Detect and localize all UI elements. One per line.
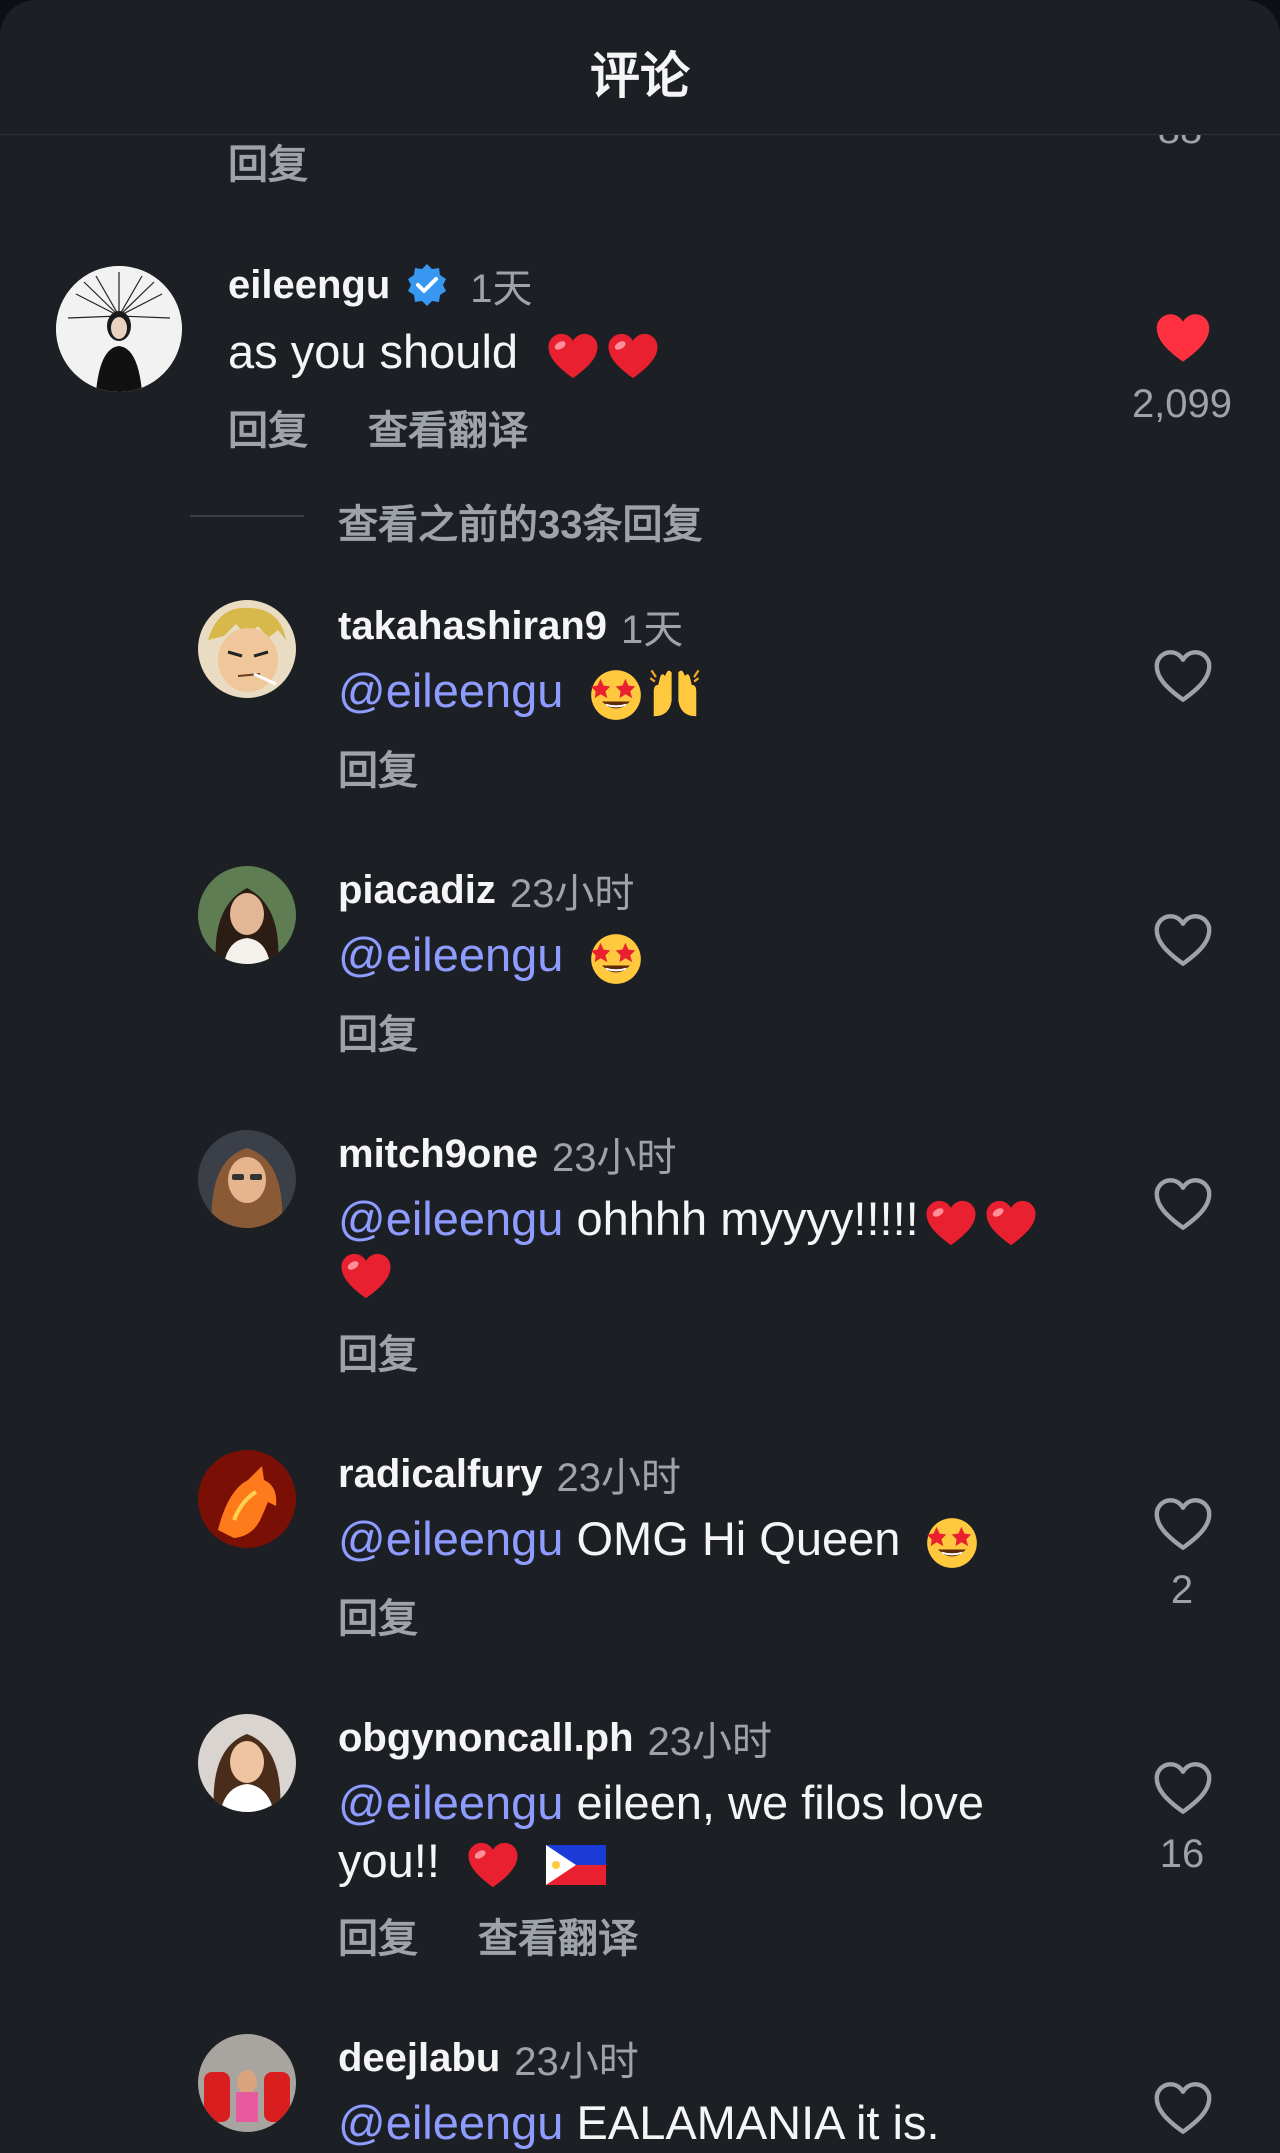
- verified-badge-icon: [408, 264, 447, 306]
- avatar[interactable]: [198, 1450, 296, 1548]
- avatar[interactable]: [198, 1714, 296, 1812]
- reply-button[interactable]: 回复: [338, 1002, 418, 1060]
- avatar[interactable]: [198, 600, 296, 698]
- comment-meta: eileengu 1天: [228, 256, 533, 314]
- avatar-image: [198, 2034, 296, 2132]
- reply-button[interactable]: 回复: [228, 132, 308, 190]
- red-heart-emoji-icon: [465, 1839, 521, 1891]
- mention-link[interactable]: @eileengu: [338, 1192, 563, 1245]
- avatar-image: [198, 600, 296, 698]
- red-heart-emoji-icon: [923, 1197, 979, 1249]
- heart-icon[interactable]: [1153, 2080, 1213, 2136]
- red-heart-emoji-icon: [545, 330, 601, 382]
- star-struck-emoji-icon: [589, 932, 643, 986]
- mention-link[interactable]: @eileengu: [338, 664, 563, 717]
- reply-button[interactable]: 回复: [338, 738, 418, 796]
- username[interactable]: takahashiran9: [338, 604, 607, 649]
- comment-body: ohhhh myyyy!!!!!: [563, 1192, 919, 1245]
- username[interactable]: obgynoncall.ph: [338, 1716, 634, 1761]
- reply-button[interactable]: 回复: [338, 1906, 418, 1964]
- comment-text: as you should: [228, 323, 661, 382]
- page-title: 评论: [590, 48, 690, 104]
- username[interactable]: eileengu: [228, 263, 390, 308]
- see-translation-button[interactable]: 查看翻译: [368, 398, 528, 456]
- mention-link[interactable]: @eileengu: [338, 2096, 563, 2149]
- heart-icon[interactable]: [1153, 1760, 1213, 1816]
- timestamp: 23小时: [647, 1720, 773, 1764]
- comment-text-continued: [338, 1250, 394, 1302]
- comment-text: @eileengu OMG Hi Queen: [338, 1510, 979, 1570]
- timestamp: 23小时: [552, 1136, 677, 1180]
- heart-icon[interactable]: [1153, 648, 1213, 704]
- like-count: 2: [1170, 1568, 1194, 1612]
- like-count: 2,099: [1131, 382, 1233, 426]
- star-struck-emoji-icon: [589, 668, 643, 722]
- comment-body: as you should: [228, 325, 519, 378]
- liked-heart-icon[interactable]: [1153, 310, 1213, 366]
- comment-meta: piacadiz 23小时: [338, 861, 634, 919]
- avatar[interactable]: [198, 2034, 296, 2132]
- username[interactable]: mitch9one: [338, 1132, 538, 1177]
- comment-text: @eileengu: [338, 926, 643, 986]
- comment-meta: obgynoncall.ph 23小时: [338, 1709, 772, 1767]
- mention-link[interactable]: @eileengu: [338, 1512, 563, 1565]
- mention-link[interactable]: @eileengu: [338, 928, 563, 981]
- comments-sheet: 回复 88 评论 eileengu 1天 as you shou: [0, 0, 1280, 2153]
- username[interactable]: deejlabu: [338, 2036, 500, 2081]
- comment-text: @eileengu ohhhh myyyy!!!!!: [338, 1190, 1098, 1249]
- red-heart-emoji-icon: [983, 1197, 1039, 1249]
- comment-text: @eileengu eileen, we filos love you!!: [338, 1774, 1058, 1891]
- philippines-flag-emoji-icon: [546, 1845, 606, 1885]
- reply-button[interactable]: 回复: [338, 1322, 418, 1380]
- see-translation-button[interactable]: 查看翻译: [478, 1906, 638, 1964]
- comment-text: @eileengu EALAMANIA it is.: [338, 2094, 940, 2152]
- avatar-image: [198, 1450, 296, 1548]
- username[interactable]: radicalfury: [338, 1452, 543, 1497]
- timestamp: 23小时: [514, 2040, 639, 2084]
- comment-meta: deejlabu 23小时: [338, 2029, 639, 2087]
- view-previous-replies-button[interactable]: 查看之前的33条回复: [338, 492, 703, 550]
- comment-meta: mitch9one 23小时: [338, 1125, 677, 1183]
- sheet-header: 评论: [0, 0, 1280, 135]
- username[interactable]: piacadiz: [338, 868, 496, 913]
- reply-button[interactable]: 回复: [338, 1586, 418, 1644]
- heart-icon[interactable]: [1153, 1496, 1213, 1552]
- avatar-image: [56, 266, 182, 392]
- mention-link[interactable]: @eileengu: [338, 1776, 563, 1829]
- comment-body: OMG Hi Queen: [563, 1512, 901, 1565]
- reply-button[interactable]: 回复: [228, 398, 308, 456]
- divider-line: [190, 515, 304, 517]
- heart-icon[interactable]: [1153, 912, 1213, 968]
- timestamp: 23小时: [556, 1456, 682, 1500]
- comment-meta: radicalfury 23小时: [338, 1445, 681, 1503]
- avatar[interactable]: [198, 1130, 296, 1228]
- like-count: 16: [1159, 1832, 1205, 1876]
- avatar[interactable]: [198, 866, 296, 964]
- comment-body: EALAMANIA it is.: [563, 2096, 940, 2149]
- raising-hands-emoji-icon: [647, 667, 703, 723]
- avatar-image: [198, 866, 296, 964]
- timestamp: 1天: [470, 267, 533, 311]
- avatar-image: [198, 1130, 296, 1228]
- heart-icon[interactable]: [1153, 1176, 1213, 1232]
- avatar[interactable]: [56, 266, 182, 392]
- red-heart-emoji-icon: [338, 1250, 394, 1302]
- comment-text: @eileengu: [338, 662, 703, 723]
- red-heart-emoji-icon: [605, 330, 661, 382]
- timestamp: 1天: [621, 608, 684, 652]
- timestamp: 23小时: [509, 872, 635, 916]
- star-struck-emoji-icon: [925, 1516, 979, 1570]
- comment-meta: takahashiran9 1天: [338, 597, 683, 655]
- avatar-image: [198, 1714, 296, 1812]
